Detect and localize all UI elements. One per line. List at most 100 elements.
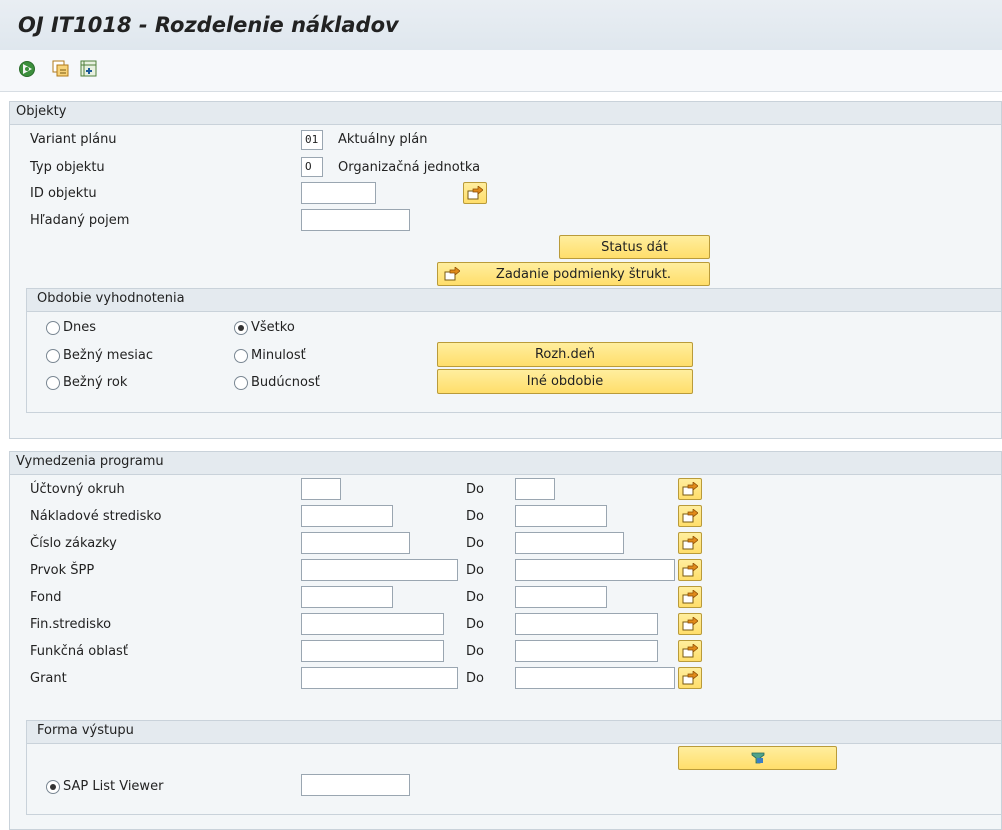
multiple-selection-icon — [444, 267, 460, 281]
row-3-from-field[interactable] — [301, 559, 458, 581]
output-header: Forma výstupu — [27, 721, 1001, 744]
execute-icon[interactable] — [18, 60, 36, 78]
row-7-multiple-selection-button[interactable] — [678, 667, 702, 689]
row-2-from-field[interactable] — [301, 532, 410, 554]
multiple-selection-icon — [682, 671, 698, 685]
object-id-select-button[interactable] — [463, 182, 487, 204]
search-term-field[interactable] — [301, 209, 410, 231]
radio-all[interactable]: Všetko — [234, 320, 295, 335]
row-6-to-field[interactable] — [515, 640, 658, 662]
row-7-to-field[interactable] — [515, 667, 675, 689]
row-4-to-label: Do — [466, 590, 484, 605]
output-panel: Forma výstupu — [26, 720, 1002, 815]
radio-all-circle[interactable] — [234, 320, 248, 335]
multiple-selection-icon — [682, 590, 698, 604]
radio-sap-list-viewer-circle[interactable] — [46, 779, 60, 794]
row-0-from-field[interactable] — [301, 478, 341, 500]
row-1-to-label: Do — [466, 509, 484, 524]
radio-today[interactable]: Dnes — [46, 320, 96, 335]
row-4-to-field[interactable] — [515, 586, 607, 608]
row-7-label: Grant — [30, 671, 67, 686]
row-3-label: Prvok ŠPP — [30, 563, 95, 578]
row-7-to-label: Do — [466, 671, 484, 686]
row-6-label: Funkčná oblasť — [30, 644, 128, 659]
row-4-label: Fond — [30, 590, 62, 605]
search-term-label: Hľadaný pojem — [30, 213, 130, 228]
data-status-button[interactable]: Status dát — [559, 235, 710, 259]
radio-today-label: Dnes — [63, 320, 97, 335]
radio-current-month-circle[interactable] — [46, 348, 60, 363]
radio-past[interactable]: Minulosť — [234, 348, 306, 363]
radio-past-label: Minulosť — [251, 348, 306, 363]
radio-all-label: Všetko — [251, 320, 295, 335]
row-5-multiple-selection-button[interactable] — [678, 613, 702, 635]
multiple-selection-icon — [682, 509, 698, 523]
row-1-to-field[interactable] — [515, 505, 607, 527]
row-1-from-field[interactable] — [301, 505, 393, 527]
object-id-field[interactable] — [301, 182, 376, 204]
layout-icon — [751, 752, 764, 764]
object-type-text: Organizačná jednotka — [338, 160, 481, 175]
row-3-multiple-selection-button[interactable] — [678, 559, 702, 581]
row-7-from-field[interactable] — [301, 667, 458, 689]
objects-header: Objekty — [10, 102, 1001, 125]
row-4-multiple-selection-button[interactable] — [678, 586, 702, 608]
key-date-button[interactable]: Rozh.deň — [437, 342, 693, 367]
other-period-button[interactable]: Iné obdobie — [437, 369, 693, 394]
row-2-label: Číslo zákazky — [30, 536, 117, 551]
radio-current-month[interactable]: Bežný mesiac — [46, 348, 153, 363]
layout-field[interactable] — [301, 774, 410, 796]
plan-variant-label: Variant plánu — [30, 132, 117, 147]
row-0-to-label: Do — [466, 482, 484, 497]
structure-condition-label: Zadanie podmienky štrukt. — [495, 266, 672, 282]
program-header: Vymedzenia programu — [10, 452, 1001, 475]
row-5-label: Fin.stredisko — [30, 617, 112, 632]
multiple-selection-icon — [682, 617, 698, 631]
structure-condition-button[interactable]: Zadanie podmienky štrukt. — [437, 262, 710, 286]
row-3-to-field[interactable] — [515, 559, 675, 581]
multiple-selection-icon — [467, 186, 483, 200]
multiple-selection-icon — [682, 644, 698, 658]
radio-current-month-label: Bežný mesiac — [63, 348, 153, 363]
layout-button[interactable] — [678, 746, 837, 770]
radio-sap-list-viewer[interactable]: SAP List Viewer — [46, 779, 163, 794]
row-6-from-field[interactable] — [301, 640, 444, 662]
row-5-to-label: Do — [466, 617, 484, 632]
row-6-multiple-selection-button[interactable] — [678, 640, 702, 662]
period-header: Obdobie vyhodnotenia — [27, 289, 1001, 312]
row-4-from-field[interactable] — [301, 586, 393, 608]
row-1-multiple-selection-button[interactable] — [678, 505, 702, 527]
object-type-label: Typ objektu — [30, 160, 105, 175]
radio-current-year[interactable]: Bežný rok — [46, 375, 127, 390]
row-5-to-field[interactable] — [515, 613, 658, 635]
page-title: OJ IT1018 - Rozdelenie nákladov — [18, 13, 399, 37]
row-0-to-field[interactable] — [515, 478, 555, 500]
row-2-to-label: Do — [466, 536, 484, 551]
multiple-selection-icon — [682, 563, 698, 577]
multiple-selection-icon — [682, 536, 698, 550]
radio-current-year-circle[interactable] — [46, 375, 60, 390]
row-2-multiple-selection-button[interactable] — [678, 532, 702, 554]
copy-variant-icon[interactable] — [52, 60, 70, 78]
row-6-to-label: Do — [466, 644, 484, 659]
object-id-label: ID objektu — [30, 186, 97, 201]
object-type-field: O — [301, 157, 323, 177]
radio-future-label: Budúcnosť — [251, 375, 320, 390]
radio-sap-list-viewer-label: SAP List Viewer — [63, 779, 164, 794]
row-0-label: Účtovný okruh — [30, 482, 125, 497]
radio-past-circle[interactable] — [234, 348, 248, 363]
radio-today-circle[interactable] — [46, 320, 60, 335]
radio-future[interactable]: Budúcnosť — [234, 375, 320, 390]
row-5-from-field[interactable] — [301, 613, 444, 635]
row-2-to-field[interactable] — [515, 532, 624, 554]
row-1-label: Nákladové stredisko — [30, 509, 162, 524]
row-3-to-label: Do — [466, 563, 484, 578]
toolbar — [0, 50, 1002, 92]
plan-variant-field: 01 — [301, 130, 323, 150]
multiple-selection-icon — [682, 482, 698, 496]
radio-future-circle[interactable] — [234, 375, 248, 390]
selection-options-icon[interactable] — [80, 60, 98, 78]
radio-current-year-label: Bežný rok — [63, 375, 128, 390]
plan-variant-text: Aktuálny plán — [338, 132, 428, 147]
row-0-multiple-selection-button[interactable] — [678, 478, 702, 500]
